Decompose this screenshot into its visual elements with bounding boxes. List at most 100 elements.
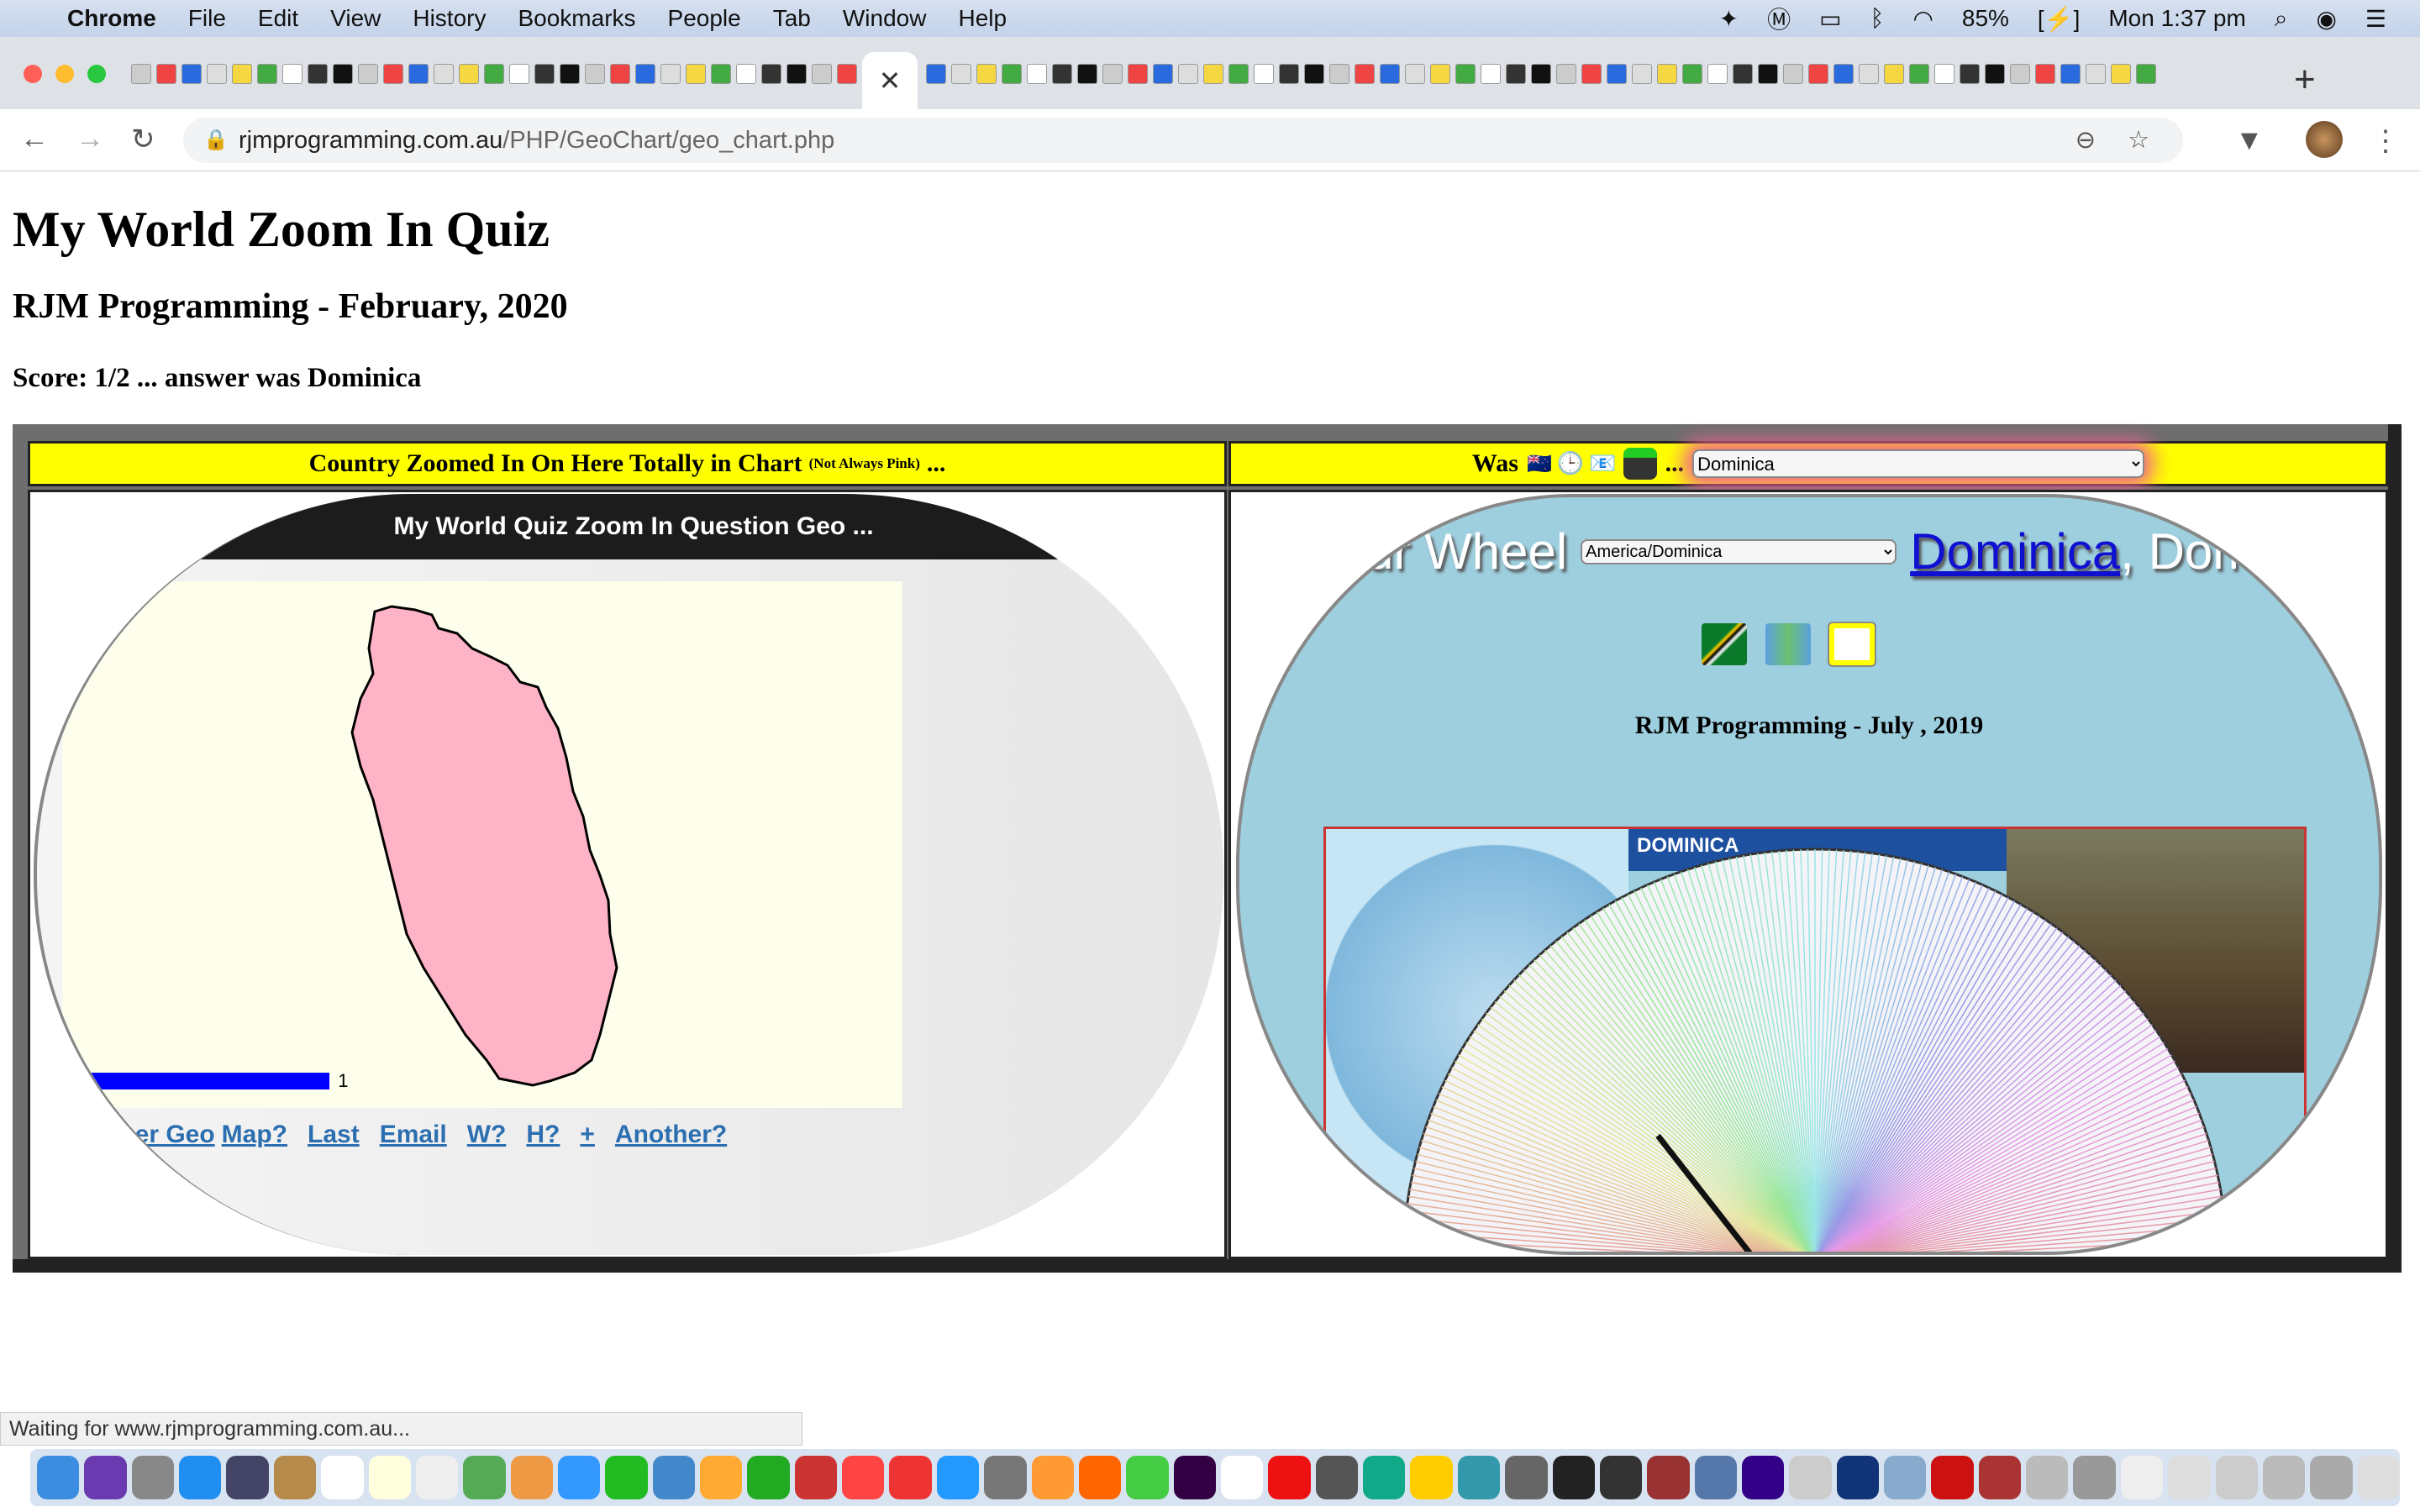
dock-app-icon[interactable] (1363, 1456, 1406, 1499)
tab-favicon[interactable] (1254, 64, 1274, 84)
tab-favicon[interactable] (2086, 64, 2106, 84)
dock-app-icon[interactable] (321, 1456, 364, 1499)
tab-favicon[interactable] (2111, 64, 2131, 84)
address-bar[interactable]: 🔒 rjmprogramming.com.au/PHP/GeoChart/geo… (183, 118, 2183, 163)
tab-favicon[interactable] (1733, 64, 1753, 84)
avast-icon[interactable]: ✦ (1719, 5, 1739, 33)
tab-favicon[interactable] (1707, 64, 1728, 84)
dock-app-icon[interactable] (2168, 1456, 2211, 1499)
dock-app-icon[interactable] (936, 1456, 980, 1499)
dock-app-icon[interactable] (1505, 1456, 1548, 1499)
menu-bookmarks[interactable]: Bookmarks (518, 5, 635, 32)
country-link[interactable]: Dominica (1910, 523, 2120, 580)
dock-app-icon[interactable] (1694, 1456, 1737, 1499)
dock-app-icon[interactable] (84, 1456, 127, 1499)
dock-app-icon[interactable] (2073, 1456, 2116, 1499)
dock-app-icon[interactable] (2262, 1456, 2306, 1499)
dock-app-icon[interactable] (368, 1456, 411, 1499)
geo-chart-map[interactable]: 1 1 (62, 581, 902, 1108)
tab-favicon[interactable] (837, 64, 857, 84)
dock-app-icon[interactable] (1599, 1456, 1643, 1499)
country-photo[interactable]: DOMINICA (1323, 827, 2307, 1252)
dock-app-icon[interactable] (984, 1456, 1027, 1499)
tab-favicon[interactable] (1531, 64, 1551, 84)
tab-favicon[interactable] (383, 64, 403, 84)
wikipedia-link[interactable]: W? (467, 1121, 507, 1149)
tab-favicon[interactable] (1355, 64, 1375, 84)
tab-favicon[interactable] (1153, 64, 1173, 84)
another-link[interactable]: Another? (615, 1121, 727, 1149)
tab-favicon[interactable] (1909, 64, 1929, 84)
tab-favicon[interactable] (1430, 64, 1450, 84)
avatar[interactable] (2306, 121, 2343, 158)
dock-app-icon[interactable] (1410, 1456, 1453, 1499)
tab-favicon[interactable] (484, 64, 504, 84)
tab-favicon[interactable] (131, 64, 151, 84)
another-geo-link[interactable]: Another Geo (62, 1121, 215, 1148)
tab-favicon[interactable] (156, 64, 176, 84)
map-link[interactable]: Map? (222, 1121, 287, 1148)
dock-app-icon[interactable] (1978, 1456, 2022, 1499)
tab-favicon[interactable] (951, 64, 971, 84)
dock-app-icon[interactable] (794, 1456, 838, 1499)
notification-center-icon[interactable]: ☰ (2365, 5, 2386, 33)
menu-tab[interactable]: Tab (773, 5, 811, 32)
dock-app-icon[interactable] (1789, 1456, 1832, 1499)
extension-icon[interactable]: ▼ (2235, 124, 2264, 157)
tab-favicon[interactable] (585, 64, 605, 84)
dock-app-icon[interactable] (510, 1456, 553, 1499)
tab-favicon[interactable] (257, 64, 277, 84)
dock-app-icon[interactable] (1741, 1456, 1785, 1499)
tab-favicon[interactable] (686, 64, 706, 84)
tab-favicon[interactable] (2010, 64, 2030, 84)
nz-flag-icon[interactable]: 🇳🇿 (1527, 452, 1552, 476)
tab-favicon[interactable] (2035, 64, 2055, 84)
dock-app-icon[interactable] (605, 1456, 648, 1499)
close-tab-icon[interactable]: ✕ (879, 66, 902, 96)
dock-app-icon[interactable] (273, 1456, 317, 1499)
dock-app-icon[interactable] (1884, 1456, 1927, 1499)
tab-favicon[interactable] (635, 64, 655, 84)
dock-app-icon[interactable] (179, 1456, 222, 1499)
tab-favicon[interactable] (1329, 64, 1349, 84)
tab-favicon[interactable] (408, 64, 429, 84)
tab-favicon[interactable] (1128, 64, 1148, 84)
more-menu-icon[interactable]: ⋮ (2371, 124, 2400, 158)
siri-icon[interactable]: ◉ (2316, 5, 2336, 33)
dock-app-icon[interactable] (1836, 1456, 1880, 1499)
dominica-flag-icon[interactable] (1702, 623, 1747, 665)
tab-favicon[interactable] (459, 64, 479, 84)
timezone-select[interactable]: America/Dominica (1581, 538, 1897, 564)
tab-favicon[interactable] (333, 64, 353, 84)
menu-file[interactable]: File (188, 5, 226, 32)
tab-favicon[interactable] (182, 64, 202, 84)
tab-favicon[interactable] (1481, 64, 1501, 84)
dock-app-icon[interactable] (1647, 1456, 1690, 1499)
tab-favicon[interactable] (812, 64, 832, 84)
dock-app-icon[interactable] (747, 1456, 790, 1499)
airplay-icon[interactable]: ▭ (1819, 5, 1841, 33)
tab-favicon[interactable] (1002, 64, 1022, 84)
reload-icon[interactable]: ↻ (131, 123, 155, 156)
tab-favicon[interactable] (1960, 64, 1980, 84)
dock-app-icon[interactable] (1931, 1456, 1974, 1499)
dock-app-icon[interactable] (226, 1456, 269, 1499)
menu-help[interactable]: Help (958, 5, 1007, 32)
tab-favicon[interactable] (2136, 64, 2156, 84)
tab-favicon[interactable] (1228, 64, 1249, 84)
dock-app-icon[interactable] (415, 1456, 459, 1499)
tab-favicon[interactable] (1985, 64, 2005, 84)
tab-favicon[interactable] (434, 64, 454, 84)
tab-favicon[interactable] (1607, 64, 1627, 84)
bluetooth-icon[interactable]: ᛒ (1870, 5, 1885, 32)
world-map-icon[interactable] (1765, 623, 1811, 665)
close-window-button[interactable] (24, 65, 42, 83)
dock-app-icon[interactable] (463, 1456, 506, 1499)
tab-favicon[interactable] (207, 64, 227, 84)
country-select[interactable]: Dominica (1692, 449, 2145, 478)
new-tab-button[interactable]: + (2294, 59, 2316, 101)
battery-icon[interactable]: [⚡] (2038, 5, 2080, 33)
dock-app-icon[interactable] (557, 1456, 601, 1499)
tab-favicon[interactable] (786, 64, 807, 84)
dock-app-icon[interactable] (1078, 1456, 1122, 1499)
